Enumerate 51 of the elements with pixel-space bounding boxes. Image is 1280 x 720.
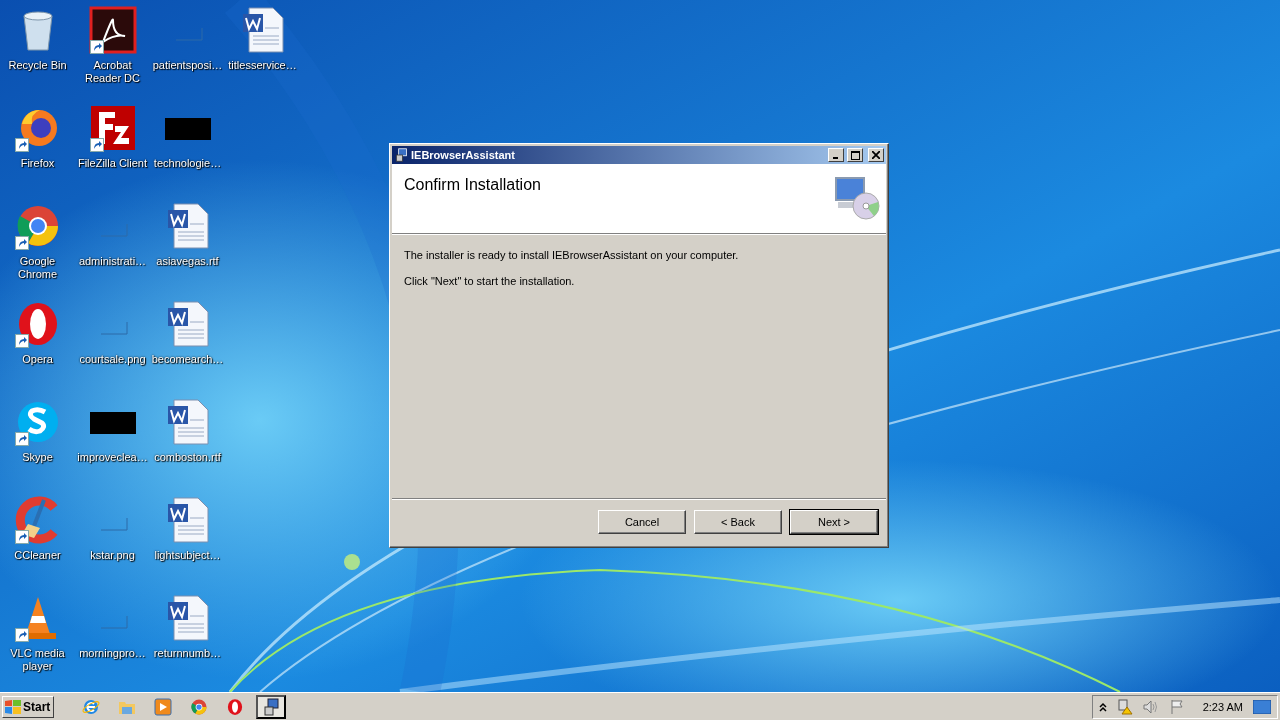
icon-label: becomearch… — [151, 353, 224, 366]
maximize-button[interactable] — [847, 148, 863, 162]
flag-icon[interactable] — [1168, 698, 1185, 715]
letter-o-icon — [226, 697, 244, 716]
installer-icon — [262, 697, 280, 716]
icon-label: courtsale.png — [79, 353, 146, 366]
icon-label: Skype — [22, 451, 53, 464]
icon-label: returnnumb… — [153, 647, 222, 660]
chevron-up-icon[interactable] — [1098, 701, 1107, 712]
message-text: Click "Next" to start the installation. — [404, 275, 576, 287]
icon-label: administrati… — [78, 255, 147, 268]
network-warning-icon[interactable] — [1116, 698, 1133, 715]
maximize-icon — [850, 150, 860, 160]
icon-label: Firefox — [20, 157, 55, 170]
icon-label: kstar.png — [90, 549, 135, 562]
close-icon — [872, 151, 880, 159]
clock[interactable]: 2:23 AM — [1202, 700, 1243, 713]
icon-label: Google Chrome — [16, 255, 59, 281]
taskbar-button[interactable] — [256, 694, 286, 719]
windows-logo-icon — [5, 699, 21, 714]
icon-label: technologie… — [153, 157, 222, 170]
pdf-document-icon[interactable] — [88, 6, 137, 54]
dialog-button[interactable]: Cancel — [598, 510, 686, 534]
icon-label: comboston.rtf — [154, 451, 221, 464]
installer-icon — [394, 148, 408, 162]
close-button[interactable] — [868, 148, 884, 162]
icon-label: titlesservice… — [228, 59, 297, 72]
show-desktop-icon[interactable] — [1253, 699, 1271, 714]
icon-label: FileZilla Client — [77, 157, 148, 170]
dialog-button[interactable]: < Back — [694, 510, 782, 534]
icon-label: Recycle Bin — [8, 59, 67, 72]
icon-label: morningpro… — [79, 647, 146, 660]
icon-label: Opera — [22, 353, 53, 366]
icon-label: asiavegas.rtf — [156, 255, 219, 268]
icon-label: lightsubject… — [154, 549, 221, 562]
message-text: The installer is ready to install IEBrowserAssistant on your computer. — [404, 249, 740, 261]
e-globe-icon — [82, 697, 100, 716]
icon-label: CCleaner — [14, 549, 61, 562]
icon-label: patientsposi… — [152, 59, 223, 72]
window-title: IEBrowserAssistant — [411, 149, 516, 161]
play-icon — [154, 697, 172, 716]
ring-icon — [190, 697, 208, 716]
speaker-icon[interactable] — [1142, 698, 1159, 715]
icon-label: VLC media player — [9, 647, 66, 673]
icon-label: Acrobat Reader DC — [84, 59, 141, 85]
icon-label: improveclea… — [77, 451, 148, 464]
computer-disc-icon — [834, 176, 880, 220]
start-button[interactable]: Start — [2, 695, 54, 718]
minimize-button[interactable] — [828, 148, 844, 162]
page-heading: Confirm Installation — [404, 176, 541, 195]
dialog-button[interactable]: Next > — [790, 510, 878, 534]
